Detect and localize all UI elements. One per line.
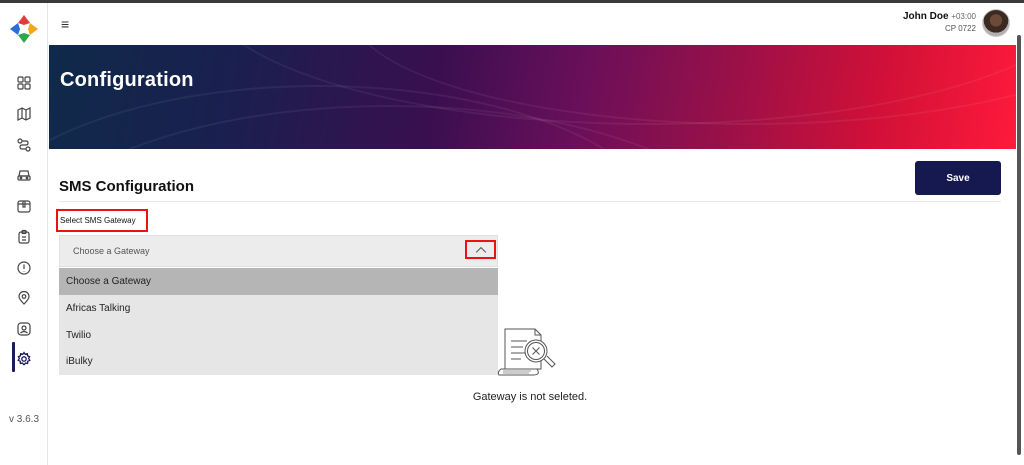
user-code: CP 0722 xyxy=(945,24,976,33)
empty-state-message: Gateway is not seleted. xyxy=(472,391,588,403)
empty-document-icon xyxy=(497,325,563,379)
map-icon[interactable] xyxy=(14,104,34,124)
page-banner: Configuration xyxy=(49,45,1016,149)
gateway-select-value: Choose a Gateway xyxy=(73,246,150,256)
page-scrollbar[interactable] xyxy=(1017,35,1021,455)
sidebar: v 3.6.3 xyxy=(0,3,48,465)
section-title: SMS Configuration xyxy=(59,178,194,195)
clipboard-icon[interactable] xyxy=(14,227,34,247)
gateway-option[interactable]: Africas Talking xyxy=(59,295,498,322)
chevron-up-icon[interactable] xyxy=(465,240,496,259)
location-pin-icon[interactable] xyxy=(14,288,34,308)
alert-icon[interactable] xyxy=(14,258,34,278)
save-button[interactable]: Save xyxy=(915,161,1001,195)
avatar[interactable] xyxy=(982,9,1010,37)
user-badge-icon[interactable] xyxy=(14,319,34,339)
user-info[interactable]: John Doe +03:00 CP 0722 xyxy=(903,11,976,33)
car-icon[interactable] xyxy=(14,165,34,185)
user-name: John Doe xyxy=(902,11,949,22)
route-icon[interactable] xyxy=(14,135,34,155)
box-icon[interactable] xyxy=(14,196,34,216)
gateway-option[interactable]: Choose a Gateway xyxy=(59,268,498,295)
gateway-option[interactable]: Twilio xyxy=(59,322,498,349)
app-version: v 3.6.3 xyxy=(8,414,40,425)
section-divider xyxy=(59,201,1001,202)
gateway-field-label: Select SMS Gateway xyxy=(56,209,148,232)
gateway-select[interactable]: Choose a Gateway xyxy=(59,235,498,267)
user-timezone: +03:00 xyxy=(951,12,976,21)
top-header: ≡ John Doe +03:00 CP 0722 xyxy=(49,3,1016,45)
page-title: Configuration xyxy=(60,69,194,91)
gateway-option[interactable]: iBulky xyxy=(59,348,498,375)
grid-icon[interactable] xyxy=(14,73,34,93)
app-logo[interactable] xyxy=(8,13,40,45)
menu-toggle-icon[interactable]: ≡ xyxy=(61,16,69,32)
gear-icon[interactable] xyxy=(14,349,34,369)
gateway-options-list: Choose a Gateway Africas Talking Twilio … xyxy=(59,268,498,375)
